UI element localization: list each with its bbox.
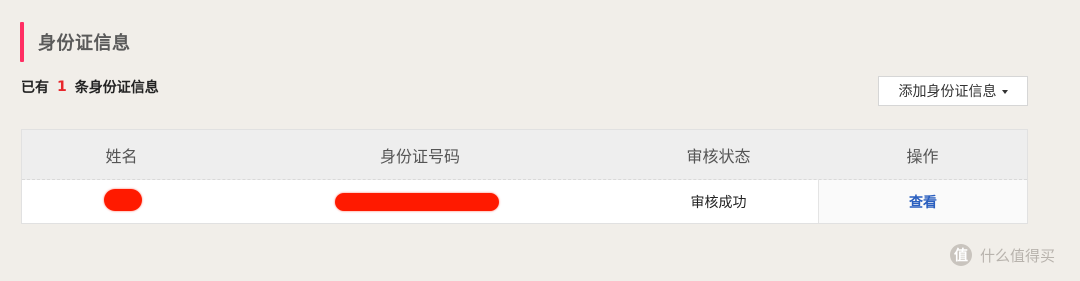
column-header-id-number: 身份证号码: [379, 146, 460, 166]
section-title: 身份证信息: [38, 33, 131, 54]
add-id-card-label: 添加身份证信息: [898, 84, 997, 100]
count-prefix: 已有: [21, 80, 49, 96]
status-text: 审核成功: [690, 194, 747, 211]
table-row: 审核成功 查看: [22, 180, 1027, 223]
cell-action: 查看: [818, 180, 1027, 223]
section-accent-bar: [20, 22, 24, 62]
watermark-logo-icon: 值: [950, 244, 972, 266]
caret-down-icon: [1001, 89, 1008, 94]
column-header-name: 姓名: [105, 146, 138, 166]
section-header: 身份证信息: [20, 22, 131, 62]
column-header-status: 审核状态: [686, 146, 751, 166]
column-header-action: 操作: [906, 146, 939, 166]
table-header: 姓名 身份证号码 审核状态 操作: [22, 130, 1027, 180]
record-count-line: 已有 1 条身份证信息: [21, 77, 159, 97]
id-number-redaction-mark: [335, 192, 499, 211]
count-suffix: 条身份证信息: [74, 80, 159, 96]
cell-id-number: [221, 180, 619, 223]
view-link[interactable]: 查看: [909, 192, 937, 212]
cell-name: [22, 180, 221, 223]
id-card-table: 姓名 身份证号码 审核状态 操作 审核成功 查看: [21, 129, 1028, 224]
watermark-text: 什么值得买: [980, 246, 1056, 265]
name-redaction-mark: [103, 188, 142, 211]
site-watermark: 值 什么值得买: [950, 244, 1055, 266]
add-id-card-button[interactable]: 添加身份证信息: [878, 76, 1028, 106]
record-count: 1: [57, 79, 67, 95]
cell-status: 审核成功: [619, 180, 818, 223]
